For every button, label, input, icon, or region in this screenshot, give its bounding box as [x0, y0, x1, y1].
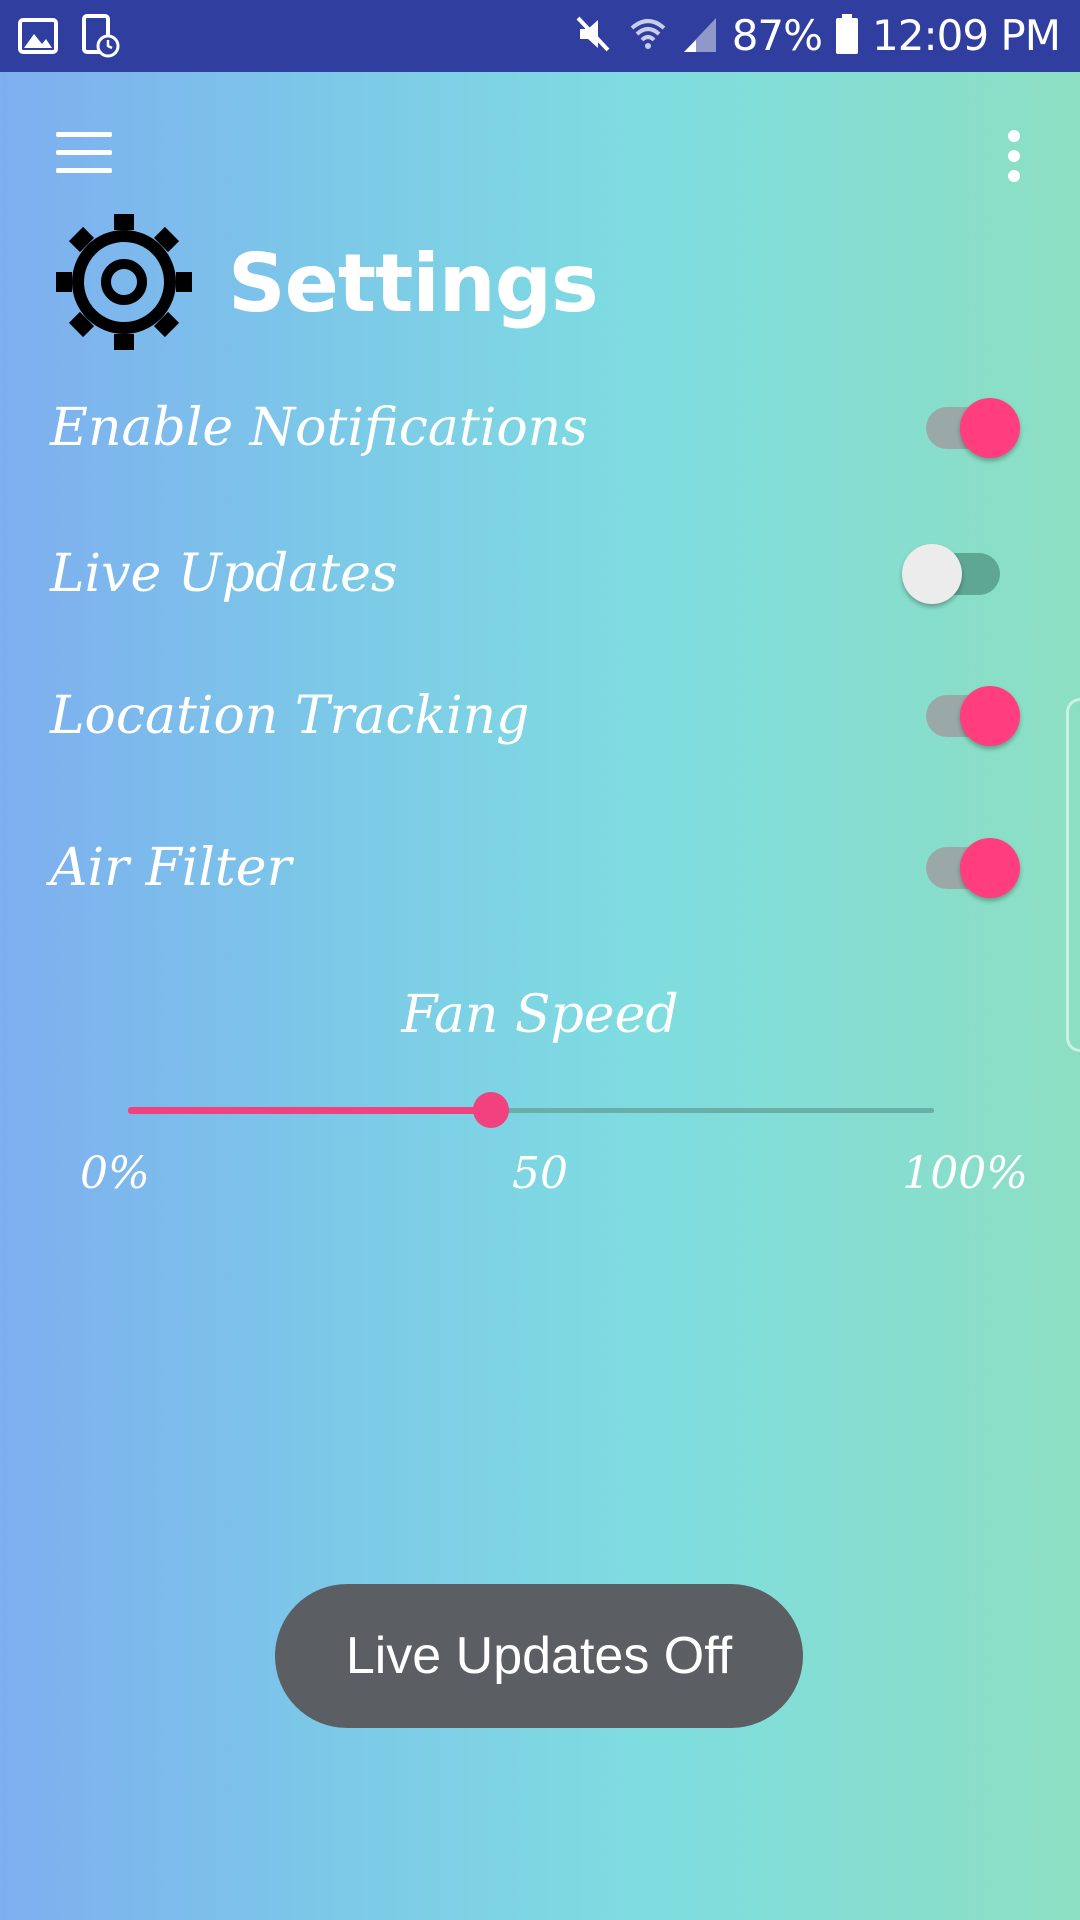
toast-text: Live Updates Off [345, 1627, 733, 1685]
setting-label: Live Updates [50, 544, 398, 604]
switch-thumb [902, 544, 962, 604]
fan-speed-max-label: 100% [902, 1148, 1028, 1199]
switch-thumb [960, 686, 1020, 746]
status-bar: 87% 12:09 PM [0, 0, 1080, 72]
live-updates-switch[interactable] [900, 544, 1030, 604]
fan-speed-label: Fan Speed [401, 985, 679, 1045]
setting-label: Air Filter [50, 838, 292, 898]
page-title: Settings [228, 237, 599, 330]
location-tracking-switch[interactable] [900, 686, 1030, 746]
signal-icon [682, 14, 718, 58]
image-icon [18, 16, 58, 60]
setting-label: Enable Notifications [50, 398, 588, 458]
switch-thumb [960, 838, 1020, 898]
slider-knob[interactable] [472, 1092, 509, 1128]
setting-row-live-updates: Live Updates [0, 524, 1080, 624]
edge-panel-handle[interactable] [1066, 698, 1080, 1052]
mute-icon [574, 14, 614, 58]
gear-icon [50, 208, 198, 356]
menu-icon[interactable] [50, 130, 114, 178]
switch-thumb [960, 398, 1020, 458]
battery-percent: 87% [731, 11, 823, 60]
more-vert-icon[interactable] [998, 126, 1030, 186]
toast-message: Live Updates Off [275, 1584, 803, 1728]
clock: 12:09 PM [872, 11, 1061, 60]
setting-row-location-tracking: Location Tracking [0, 666, 1080, 766]
fan-speed-slider[interactable] [128, 1090, 934, 1130]
setting-row-air-filter: Air Filter [0, 818, 1080, 918]
wifi-icon [628, 14, 668, 58]
battery-icon [836, 14, 859, 58]
air-filter-switch[interactable] [900, 838, 1030, 898]
setting-row-enable-notifications: Enable Notifications [0, 378, 1080, 478]
slider-fill [128, 1107, 491, 1114]
setting-label: Location Tracking [50, 686, 530, 746]
screen-timer-icon [80, 14, 120, 62]
enable-notifications-switch[interactable] [900, 398, 1030, 458]
